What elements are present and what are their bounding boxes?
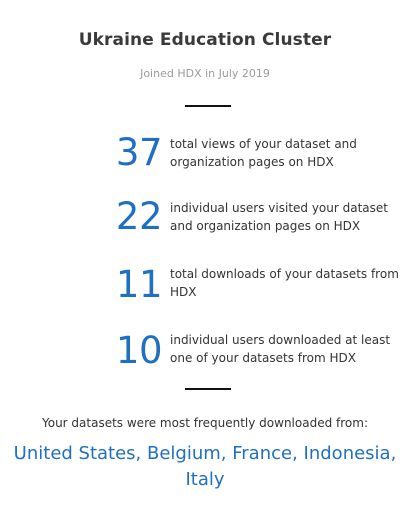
stat-value: 22: [115, 195, 163, 238]
stat-label: individual users visited your dataset an…: [170, 201, 388, 233]
stat-value: 11: [115, 263, 163, 306]
stat-value: 10: [115, 329, 163, 372]
top-download-countries: United States, Belgium, France, Indonesi…: [13, 443, 397, 490]
stat-total-downloads: 11 total downloads of your datasets from…: [0, 262, 410, 312]
stat-value: 37: [115, 131, 163, 174]
stat-label: total downloads of your datasets from HD…: [170, 267, 399, 299]
downloads-intro: Your datasets were most frequently downl…: [42, 416, 368, 430]
stat-page-views: 37 total views of your dataset and organ…: [0, 130, 410, 180]
divider-bottom: [185, 388, 231, 390]
stat-unique-downloaders: 10 individual users downloaded at least …: [0, 328, 410, 378]
divider-top: [185, 105, 231, 107]
stat-label: total views of your dataset and organiza…: [170, 137, 357, 169]
stat-unique-visitors: 22 individual users visited your dataset…: [0, 194, 410, 244]
joined-date: Joined HDX in July 2019: [140, 67, 270, 80]
organization-title: Ukraine Education Cluster: [78, 30, 332, 50]
stat-label: individual users downloaded at least one…: [170, 333, 391, 365]
